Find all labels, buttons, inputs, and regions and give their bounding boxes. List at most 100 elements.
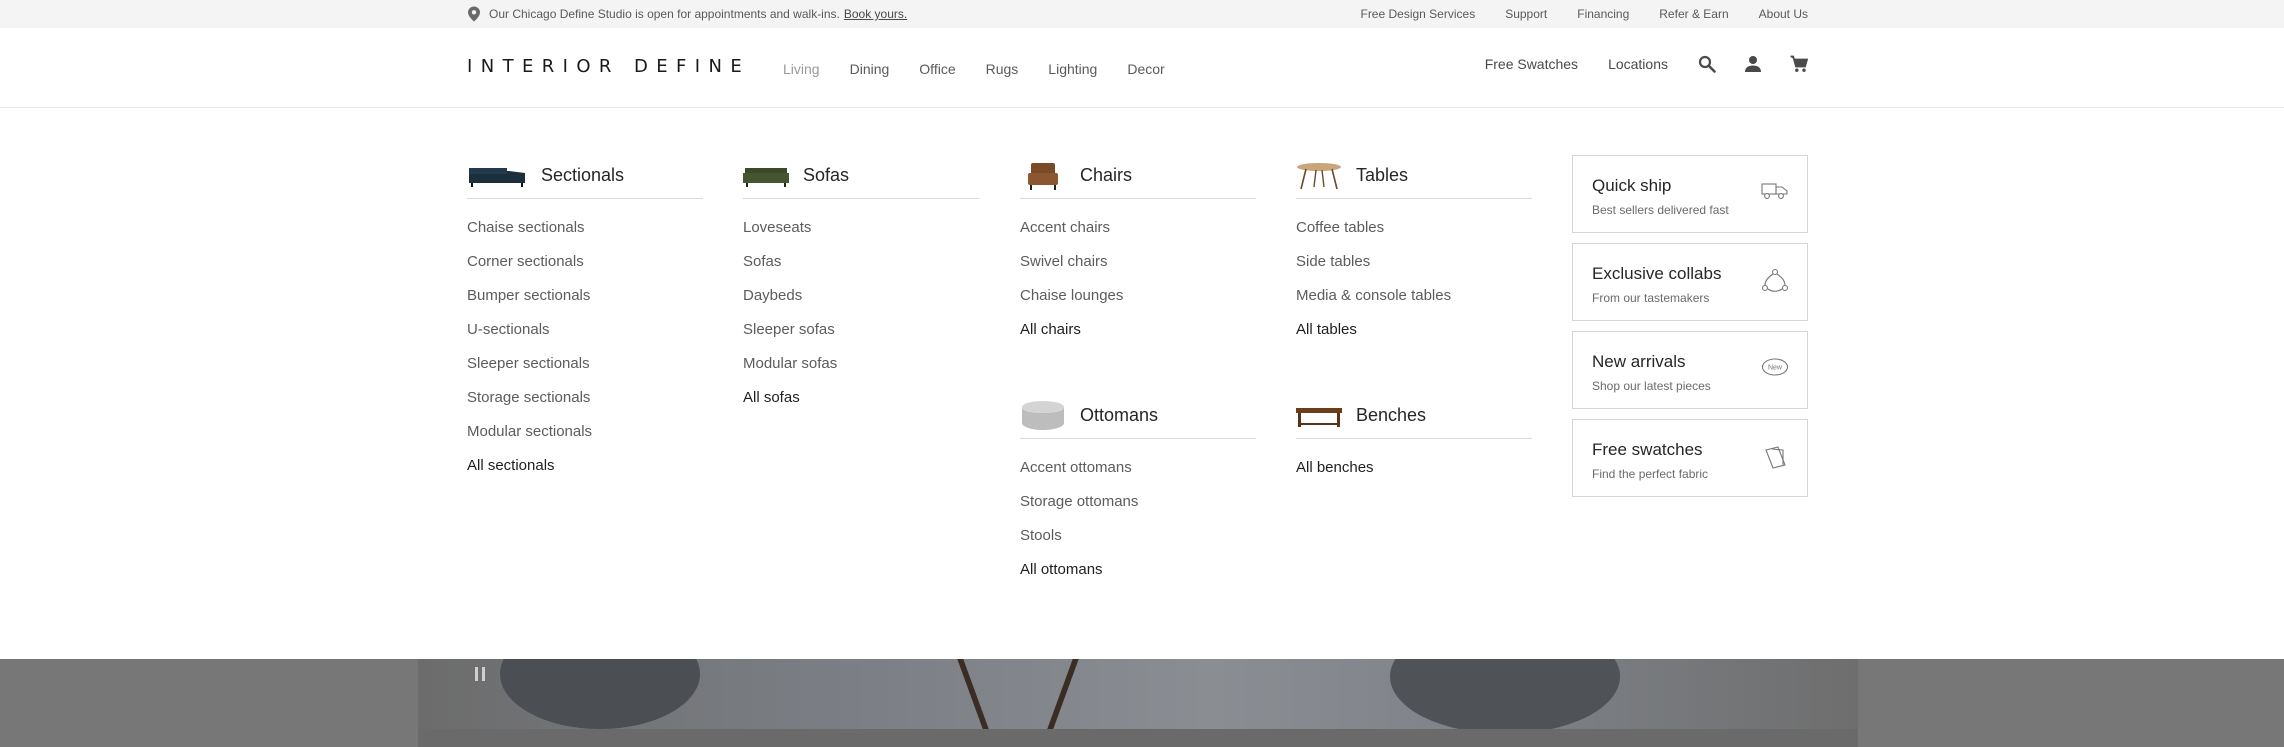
collab-icon [1761,268,1789,299]
category-tables: Tables Coffee tables Side tables Media &… [1296,155,1532,355]
category-list: Coffee tables Side tables Media & consol… [1296,219,1532,355]
card-title: Free swatches [1592,440,1703,459]
all-chairs-link[interactable]: All chairs [1020,321,1256,355]
new-arrivals-card[interactable]: New arrivals Shop our latest pieces New [1572,331,1808,409]
menu-link[interactable]: Side tables [1296,253,1532,287]
truck-icon [1761,180,1789,207]
promo-text: Our Chicago Define Studio is open for ap… [489,7,840,21]
nav-office[interactable]: Office [919,61,955,77]
menu-link[interactable]: Sleeper sectionals [467,355,703,389]
category-list: Accent chairs Swivel chairs Chaise loung… [1020,219,1256,355]
category-list: Chaise sectionals Corner sectionals Bump… [467,219,703,491]
cart-icon[interactable] [1790,55,1808,73]
locations-link[interactable]: Locations [1608,56,1668,72]
card-subtitle: From our tastemakers [1592,291,1710,305]
quick-ship-card[interactable]: Quick ship Best sellers delivered fast [1572,155,1808,233]
category-list: Accent ottomans Storage ottomans Stools … [1020,459,1256,595]
new-badge-icon: New [1761,356,1789,383]
free-design-services-link[interactable]: Free Design Services [1360,7,1475,21]
support-link[interactable]: Support [1505,7,1547,21]
category-ottomans: Ottomans Accent ottomans Storage ottoman… [1020,395,1256,595]
menu-link[interactable]: Loveseats [743,219,979,253]
swatch-icon [1763,444,1789,475]
menu-link[interactable]: Storage sectionals [467,389,703,423]
menu-link[interactable]: Swivel chairs [1020,253,1256,287]
card-title: Exclusive collabs [1592,264,1722,283]
hero-image [0,659,2284,747]
category-list: Loveseats Sofas Daybeds Sleeper sofas Mo… [743,219,979,423]
free-swatches-card[interactable]: Free swatches Find the perfect fabric [1572,419,1808,497]
all-benches-link[interactable]: All benches [1296,459,1532,493]
card-title: Quick ship [1592,176,1672,195]
all-sofas-link[interactable]: All sofas [743,389,979,423]
menu-link[interactable]: Accent ottomans [1020,459,1256,493]
menu-link[interactable]: Sofas [743,253,979,287]
category-header[interactable]: Sectionals [467,155,703,199]
refer-earn-link[interactable]: Refer & Earn [1659,7,1728,21]
category-header[interactable]: Chairs [1020,155,1256,199]
category-header[interactable]: Sofas [743,155,979,199]
ottoman-thumbnail [1020,400,1066,432]
menu-link[interactable]: Sleeper sofas [743,321,979,355]
category-title: Sofas [803,165,850,185]
menu-link[interactable]: Modular sectionals [467,423,703,457]
book-link[interactable]: Book yours. [844,7,907,21]
sofa-thumbnail [743,160,789,192]
category-chairs: Chairs Accent chairs Swivel chairs Chais… [1020,155,1256,355]
hero-floor [418,729,1858,747]
free-swatches-link[interactable]: Free Swatches [1485,56,1578,72]
exclusive-collabs-card[interactable]: Exclusive collabs From our tastemakers [1572,243,1808,321]
menu-link[interactable]: Modular sofas [743,355,979,389]
menu-link[interactable]: Daybeds [743,287,979,321]
card-subtitle: Best sellers delivered fast [1592,203,1729,217]
menu-link[interactable]: Bumper sectionals [467,287,703,321]
util-nav: Free Swatches Locations [1485,55,1808,73]
category-header[interactable]: Tables [1296,155,1532,199]
card-title: New arrivals [1592,352,1686,371]
category-header[interactable]: Ottomans [1020,395,1256,439]
category-title: Chairs [1080,165,1133,185]
new-badge-text: New [1768,365,1783,372]
category-header[interactable]: Benches [1296,395,1532,439]
category-title: Benches [1356,405,1427,425]
category-title: Tables [1356,165,1409,185]
category-benches: Benches All benches [1296,395,1532,493]
financing-link[interactable]: Financing [1577,7,1629,21]
category-sofas: Sofas Loveseats Sofas Daybeds Sleeper so… [743,155,979,423]
utility-links: Free Design Services Support Financing R… [1360,0,1808,28]
nav-dining[interactable]: Dining [850,61,890,77]
menu-link[interactable]: Coffee tables [1296,219,1532,253]
logo[interactable]: INTERIOR DEFINE [467,56,750,77]
chair-thumbnail [1020,160,1066,192]
category-title: Ottomans [1080,405,1159,425]
all-sectionals-link[interactable]: All sectionals [467,457,703,491]
account-icon[interactable] [1744,55,1762,73]
nav-decor[interactable]: Decor [1127,61,1164,77]
menu-link[interactable]: Stools [1020,527,1256,561]
mega-menu: Sectionals Chaise sectionals Corner sect… [0,108,2284,659]
menu-link[interactable]: Chaise lounges [1020,287,1256,321]
location-pin-icon [468,6,480,22]
all-tables-link[interactable]: All tables [1296,321,1532,355]
menu-link[interactable]: Chaise sectionals [467,219,703,253]
card-subtitle: Shop our latest pieces [1592,379,1711,393]
bench-thumbnail [1296,400,1342,432]
promo-bar: Our Chicago Define Studio is open for ap… [0,0,2284,28]
all-ottomans-link[interactable]: All ottomans [1020,561,1256,595]
table-thumbnail [1296,160,1342,192]
search-icon[interactable] [1698,55,1716,73]
category-sectionals: Sectionals Chaise sectionals Corner sect… [467,155,703,491]
menu-link[interactable]: Corner sectionals [467,253,703,287]
menu-link[interactable]: Media & console tables [1296,287,1532,321]
nav-living[interactable]: Living [783,61,820,77]
menu-link[interactable]: Accent chairs [1020,219,1256,253]
pause-icon[interactable] [458,659,502,689]
menu-link[interactable]: U-sectionals [467,321,703,355]
category-list: All benches [1296,459,1532,493]
nav-lighting[interactable]: Lighting [1048,61,1097,77]
nav-rugs[interactable]: Rugs [986,61,1019,77]
promo-location: Our Chicago Define Studio is open for ap… [467,0,907,28]
menu-link[interactable]: Storage ottomans [1020,493,1256,527]
about-us-link[interactable]: About Us [1759,7,1808,21]
card-subtitle: Find the perfect fabric [1592,467,1709,481]
